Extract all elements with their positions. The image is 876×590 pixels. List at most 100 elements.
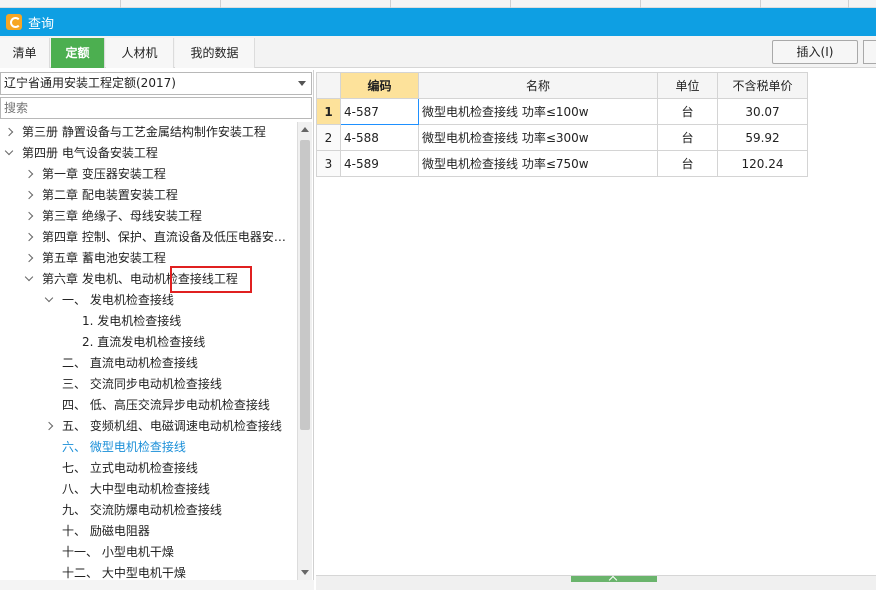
tree-node-label: 四、 低、高压交流异步电动机检查接线: [62, 398, 270, 412]
cell-price[interactable]: 59.92: [717, 124, 808, 151]
tree-node[interactable]: 第一章 变压器安装工程: [0, 164, 297, 185]
grid-header-unit[interactable]: 单位: [657, 72, 718, 99]
tree-node-label: 五、 变频机组、电磁调速电动机检查接线: [62, 419, 282, 433]
chevron-right-icon[interactable]: [44, 421, 54, 431]
row-number: 3: [316, 150, 341, 177]
tree-node-label: 二、 直流电动机检查接线: [62, 356, 198, 370]
cell-code[interactable]: 4-587: [340, 98, 419, 125]
panel-splitter-grip[interactable]: [571, 576, 657, 582]
tree-node-label: 十一、 小型电机干燥: [62, 545, 174, 559]
row-number: 1: [316, 98, 341, 125]
chevron-right-icon[interactable]: [24, 169, 34, 179]
tree-node[interactable]: 八、 大中型电动机检查接线: [0, 479, 297, 500]
tree-node-label: 七、 立式电动机检查接线: [62, 461, 198, 475]
tree-node[interactable]: 第四册 电气设备安装工程: [0, 143, 297, 164]
cell-unit[interactable]: 台: [657, 124, 718, 151]
grid-bottom-bar: [316, 575, 876, 590]
grid-header-name[interactable]: 名称: [418, 72, 658, 99]
chevron-down-icon[interactable]: [4, 146, 14, 156]
chevron-down-icon[interactable]: [298, 81, 306, 86]
tree-node[interactable]: 十、 励磁电阻器: [0, 521, 297, 542]
tree-node-label: 第五章 蓄电池安装工程: [42, 251, 166, 265]
tree-node[interactable]: 2. 直流发电机检查接线: [0, 332, 297, 353]
tree-node-label: 第三册 静置设备与工艺金属结构制作安装工程: [22, 125, 266, 139]
grid-header-code[interactable]: 编码: [340, 72, 419, 99]
chevron-down-icon[interactable]: [44, 293, 54, 303]
tree-node-label: 第一章 变压器安装工程: [42, 167, 166, 181]
tree-node-label: 第三章 绝缘子、母线安装工程: [42, 209, 202, 223]
tree-node[interactable]: 1. 发电机检查接线: [0, 311, 297, 332]
more-button[interactable]: [863, 40, 876, 64]
cell-price[interactable]: 120.24: [717, 150, 808, 177]
annotation-highlight-box: [170, 266, 252, 293]
cell-price[interactable]: 30.07: [717, 98, 808, 125]
quota-grid: 编码 名称 单位 不含税单价 1 4-587 微型电机检查接线 功率≤100w …: [316, 72, 808, 177]
tree-node[interactable]: 二、 直流电动机检查接线: [0, 353, 297, 374]
table-row[interactable]: 2 4-588 微型电机检查接线 功率≤300w 台 59.92: [316, 124, 808, 151]
tree-node-label: 十、 励磁电阻器: [62, 524, 150, 538]
scroll-up-icon[interactable]: [301, 127, 309, 132]
cell-name[interactable]: 微型电机检查接线 功率≤300w: [418, 124, 658, 151]
tree-node[interactable]: 四、 低、高压交流异步电动机检查接线: [0, 395, 297, 416]
tree-node-label: 一、 发电机检查接线: [62, 293, 174, 307]
app-logo-icon: [6, 14, 22, 30]
chevron-right-icon[interactable]: [24, 232, 34, 242]
tree-node[interactable]: 五、 变频机组、电磁调速电动机检查接线: [0, 416, 297, 437]
chevron-right-icon[interactable]: [24, 211, 34, 221]
quota-library-value: 辽宁省通用安装工程定额(2017): [4, 76, 176, 90]
tree-bottom-strip: [0, 580, 314, 590]
tree-node[interactable]: 第四章 控制、保护、直流设备及低压电器安…: [0, 227, 297, 248]
tree-node[interactable]: 第三章 绝缘子、母线安装工程: [0, 206, 297, 227]
tree-node-label: 八、 大中型电动机检查接线: [62, 482, 210, 496]
tree-node[interactable]: 九、 交流防爆电动机检查接线: [0, 500, 297, 521]
tree-node[interactable]: 七、 立式电动机检查接线: [0, 458, 297, 479]
quota-library-select[interactable]: 辽宁省通用安装工程定额(2017): [0, 72, 312, 95]
tree-node-label: 第四册 电气设备安装工程: [22, 146, 158, 160]
tab-bill-list[interactable]: 清单: [0, 38, 50, 68]
tree-node[interactable]: 十一、 小型电机干燥: [0, 542, 297, 563]
window-title: 查询: [28, 16, 55, 32]
row-number: 2: [316, 124, 341, 151]
cell-unit[interactable]: 台: [657, 98, 718, 125]
tree-vertical-scrollbar[interactable]: [297, 122, 312, 580]
scroll-down-icon[interactable]: [301, 570, 309, 575]
top-strip: [0, 0, 876, 8]
tab-labor-material-machine[interactable]: 人材机: [106, 38, 174, 68]
cell-name[interactable]: 微型电机检查接线 功率≤100w: [418, 98, 658, 125]
chevron-right-icon[interactable]: [24, 190, 34, 200]
tree-node-label: 1. 发电机检查接线: [82, 314, 182, 328]
tree-node[interactable]: 六、 微型电机检查接线: [0, 437, 297, 458]
scroll-thumb[interactable]: [300, 140, 310, 430]
grid-header-rownum: [316, 72, 341, 99]
tree-node-label: 三、 交流同步电动机检查接线: [62, 377, 222, 391]
search-input[interactable]: [0, 97, 312, 119]
cell-name[interactable]: 微型电机检查接线 功率≤750w: [418, 150, 658, 177]
table-row[interactable]: 1 4-587 微型电机检查接线 功率≤100w 台 30.07: [316, 98, 808, 125]
tree-node[interactable]: 三、 交流同步电动机检查接线: [0, 374, 297, 395]
tree-node[interactable]: 第三册 静置设备与工艺金属结构制作安装工程: [0, 122, 297, 143]
cell-code[interactable]: 4-588: [340, 124, 419, 151]
tree-node[interactable]: 一、 发电机检查接线: [0, 290, 297, 311]
tree-node[interactable]: 第六章 发电机、电动机检查接线工程: [0, 269, 297, 290]
quota-tree-panel: 辽宁省通用安装工程定额(2017) 第三册 静置设备与工艺金属结构制作安装工程第…: [0, 70, 314, 590]
grid-header-row: 编码 名称 单位 不含税单价: [316, 72, 808, 99]
chevron-right-icon[interactable]: [24, 253, 34, 263]
tree-node[interactable]: 第五章 蓄电池安装工程: [0, 248, 297, 269]
chevron-right-icon[interactable]: [4, 127, 14, 137]
quota-grid-panel: 编码 名称 单位 不含税单价 1 4-587 微型电机检查接线 功率≤100w …: [316, 70, 876, 575]
grid-header-price[interactable]: 不含税单价: [717, 72, 808, 99]
cell-unit[interactable]: 台: [657, 150, 718, 177]
quota-tree: 第三册 静置设备与工艺金属结构制作安装工程 第四册 电气设备安装工程第一章 变压器…: [0, 122, 297, 580]
tab-quota[interactable]: 定额: [51, 38, 105, 68]
insert-button[interactable]: 插入(I): [772, 40, 858, 64]
tab-bar: 清单 定额 人材机 我的数据 插入(I): [0, 36, 876, 68]
tree-node-label: 六、 微型电机检查接线: [62, 440, 186, 454]
tab-my-data[interactable]: 我的数据: [175, 38, 255, 68]
tree-node[interactable]: 十二、 大中型电机干燥: [0, 563, 297, 580]
cell-code[interactable]: 4-589: [340, 150, 419, 177]
table-row[interactable]: 3 4-589 微型电机检查接线 功率≤750w 台 120.24: [316, 150, 808, 177]
tree-node-label: 十二、 大中型电机干燥: [62, 566, 186, 580]
tree-node[interactable]: 第二章 配电装置安装工程: [0, 185, 297, 206]
tree-node-label: 第四章 控制、保护、直流设备及低压电器安…: [42, 230, 286, 244]
chevron-down-icon[interactable]: [24, 272, 34, 282]
